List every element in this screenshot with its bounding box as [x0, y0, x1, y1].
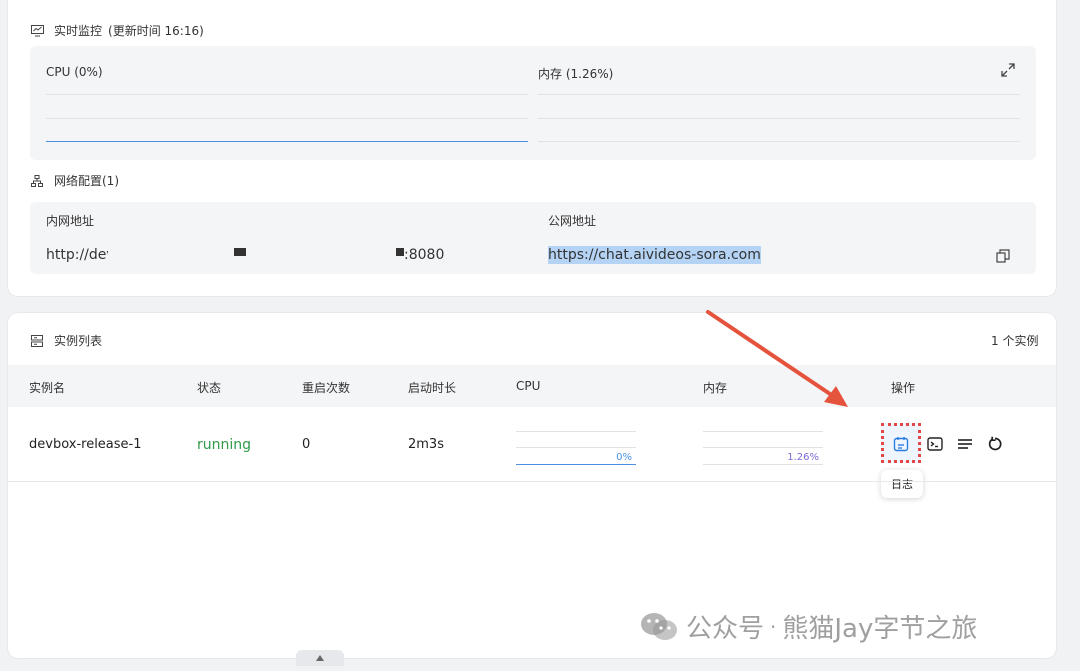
annotation-arrow	[706, 310, 848, 407]
chevron-up-icon	[316, 655, 324, 661]
wechat-icon	[641, 612, 677, 640]
watermark: 公众号 · 熊猫Jay字节之旅	[640, 608, 977, 645]
watermark-name: 熊猫Jay字节之旅	[782, 614, 978, 644]
watermark-prefix: 公众号	[686, 614, 765, 644]
watermark-dot: ·	[770, 614, 777, 639]
collapse-toggle[interactable]	[296, 650, 344, 666]
